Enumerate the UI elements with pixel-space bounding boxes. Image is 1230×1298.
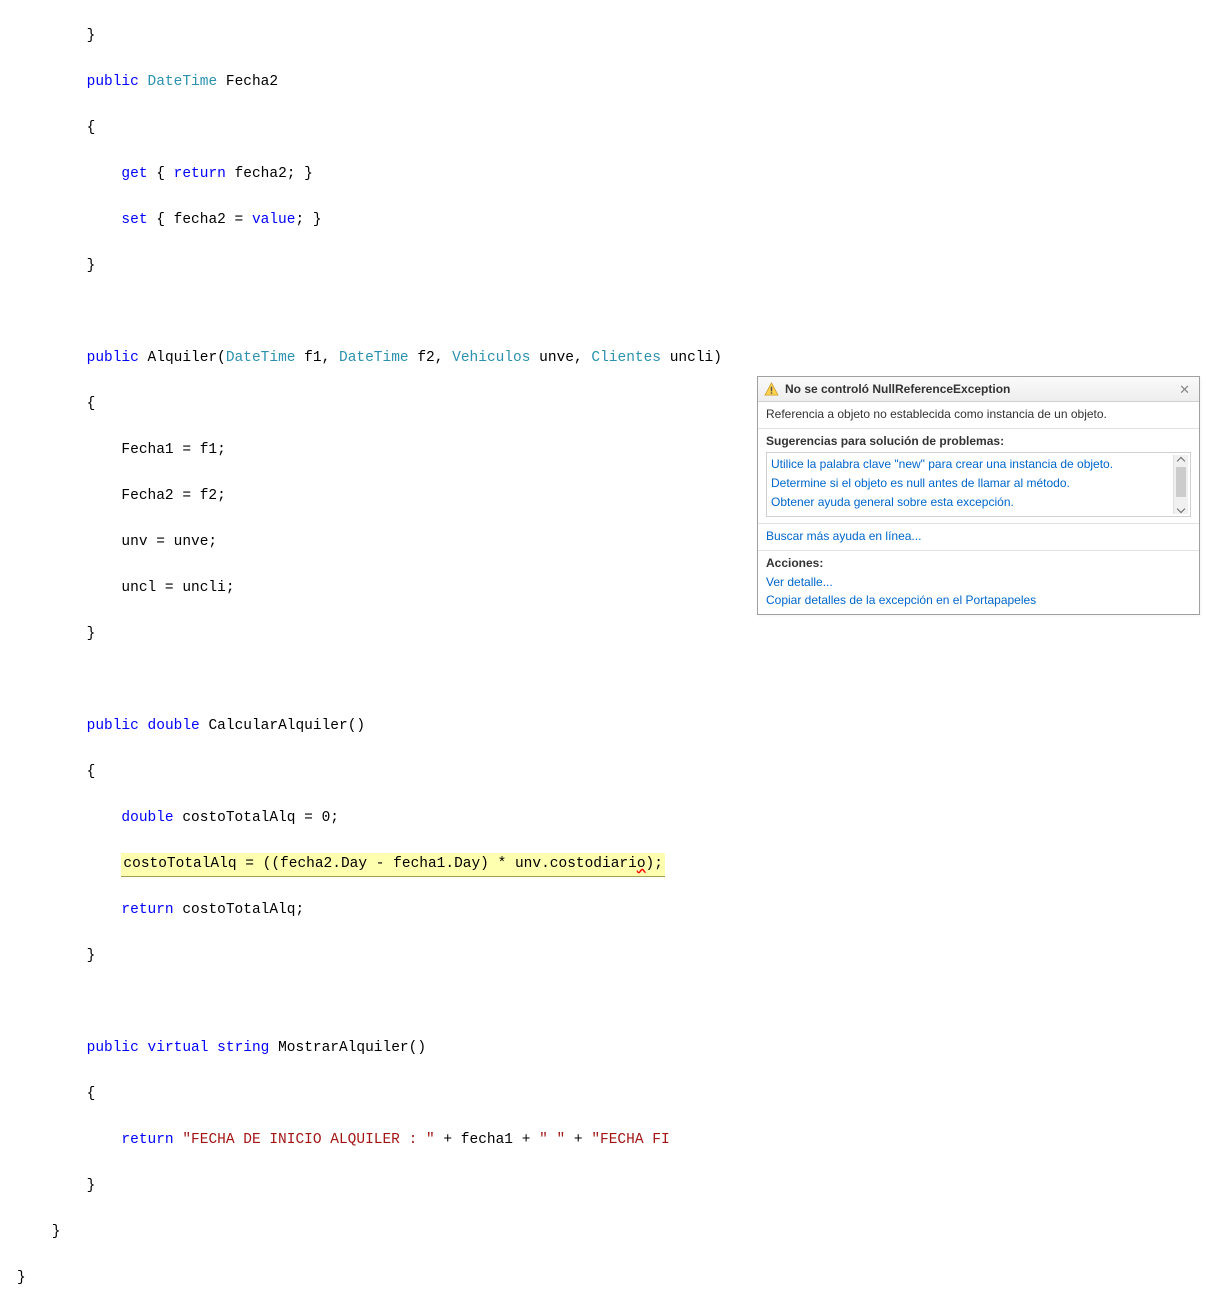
close-button[interactable]: ✕ (1176, 383, 1193, 396)
code-line: } (17, 1175, 1230, 1198)
suggestion-link[interactable]: Determine si el objeto es null antes de … (771, 475, 1186, 491)
search-online-link[interactable]: Buscar más ayuda en línea... (766, 529, 921, 543)
suggestions-scrollbar[interactable] (1173, 455, 1188, 514)
code-line: double costoTotalAlq = 0; (17, 807, 1230, 830)
code-line: public double CalcularAlquiler() (17, 715, 1230, 738)
code-line: } (17, 1267, 1230, 1290)
suggestion-link[interactable]: Obtener ayuda general sobre esta excepci… (771, 494, 1186, 510)
code-editor[interactable]: } public DateTime Fecha2 { get { return … (0, 0, 1230, 1298)
code-line: } (17, 255, 1230, 278)
code-line: public virtual string MostrarAlquiler() (17, 1037, 1230, 1060)
actions-header: Acciones: (766, 555, 1191, 571)
code-line: return costoTotalAlq; (17, 899, 1230, 922)
popup-header: No se controló NullReferenceException ✕ (758, 377, 1199, 402)
code-line (17, 991, 1230, 1014)
code-line: } (17, 945, 1230, 968)
code-line: } (17, 25, 1230, 48)
view-detail-link[interactable]: Ver detalle... (766, 574, 1191, 590)
code-line: { (17, 117, 1230, 140)
code-line (17, 301, 1230, 324)
exception-message: Referencia a objeto no establecida como … (758, 402, 1199, 429)
suggestions-list: Utilice la palabra clave "new" para crea… (766, 452, 1191, 517)
suggestions-section: Sugerencias para solución de problemas: … (758, 429, 1199, 524)
actions-section: Acciones: Ver detalle... Copiar detalles… (758, 551, 1199, 614)
code-line: set { fecha2 = value; } (17, 209, 1230, 232)
suggestion-link[interactable]: Utilice la palabra clave "new" para crea… (771, 456, 1186, 472)
code-line: } (17, 623, 1230, 646)
code-line: return "FECHA DE INICIO ALQUILER : " + f… (17, 1129, 1230, 1152)
popup-title: No se controló NullReferenceException (785, 381, 1176, 397)
code-line (17, 669, 1230, 692)
code-line: public DateTime Fecha2 (17, 71, 1230, 94)
code-line: get { return fecha2; } (17, 163, 1230, 186)
code-line: } (17, 1221, 1230, 1244)
code-line: public Alquiler(DateTime f1, DateTime f2… (17, 347, 1230, 370)
copy-exception-link[interactable]: Copiar detalles de la excepción en el Po… (766, 592, 1191, 608)
warning-icon (764, 382, 779, 397)
code-line: { (17, 1083, 1230, 1106)
suggestions-header: Sugerencias para solución de problemas: (766, 433, 1191, 449)
code-line-highlighted: costoTotalAlq = ((fecha2.Day - fecha1.Da… (17, 853, 1230, 876)
search-section: Buscar más ayuda en línea... (758, 524, 1199, 551)
exception-message-text: Referencia a objeto no establecida como … (766, 407, 1107, 421)
exception-helper-popup: No se controló NullReferenceException ✕ … (757, 376, 1200, 615)
code-line: { (17, 761, 1230, 784)
